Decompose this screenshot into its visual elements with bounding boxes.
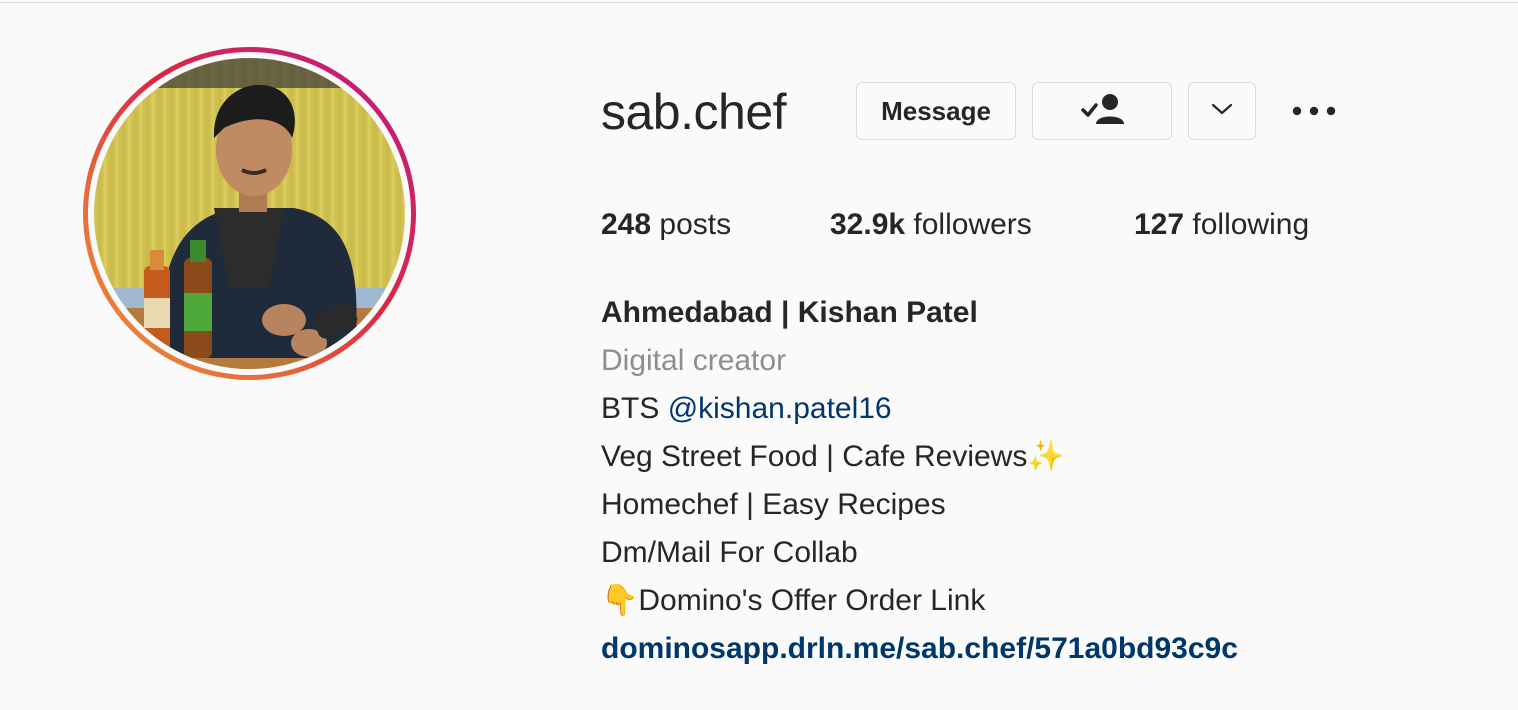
- message-button[interactable]: Message: [856, 82, 1016, 140]
- avatar-photo: [94, 58, 405, 369]
- posts-count: 248 posts: [601, 206, 731, 244]
- bio-line-homechef: Homechef | Easy Recipes: [601, 488, 946, 521]
- following-number: 127: [1134, 208, 1185, 241]
- bio-bts-prefix: BTS: [601, 392, 668, 425]
- bio-external-link[interactable]: dominosapp.drln.me/sab.chef/571a0bd93c9c: [601, 629, 1238, 669]
- bio-line-collab: Dm/Mail For Collab: [601, 536, 858, 569]
- posts-label: posts: [651, 208, 732, 241]
- bio-line-street-food: Veg Street Food | Cafe Reviews✨: [601, 440, 1065, 473]
- bio-line-offer: 👇Domino's Offer Order Link: [601, 584, 986, 617]
- chevron-down-icon: [1211, 102, 1233, 121]
- profile-avatar[interactable]: [83, 47, 416, 380]
- bio-category: Digital creator: [601, 344, 787, 377]
- followers-number: 32.9k: [830, 208, 906, 241]
- following-label: following: [1184, 208, 1310, 241]
- more-options-button[interactable]: [1288, 92, 1340, 132]
- more-options-icon: [1292, 103, 1336, 121]
- bio-mention-link[interactable]: @kishan.patel16: [668, 392, 892, 425]
- followers-link[interactable]: 32.9k followers: [830, 206, 1032, 244]
- suggested-accounts-dropdown[interactable]: [1188, 82, 1256, 140]
- bio-line-bts: BTS @kishan.patel16: [601, 389, 892, 429]
- top-divider: [0, 2, 1518, 3]
- avatar-illustration: [94, 58, 405, 369]
- posts-number: 248: [601, 208, 652, 241]
- following-button[interactable]: [1032, 82, 1172, 140]
- person-check-icon: [1079, 92, 1125, 131]
- following-link[interactable]: 127 following: [1134, 206, 1309, 244]
- followers-label: followers: [905, 208, 1032, 241]
- bio-full-name: Ahmedabad | Kishan Patel: [601, 296, 978, 329]
- profile-username: sab.chef: [601, 84, 787, 140]
